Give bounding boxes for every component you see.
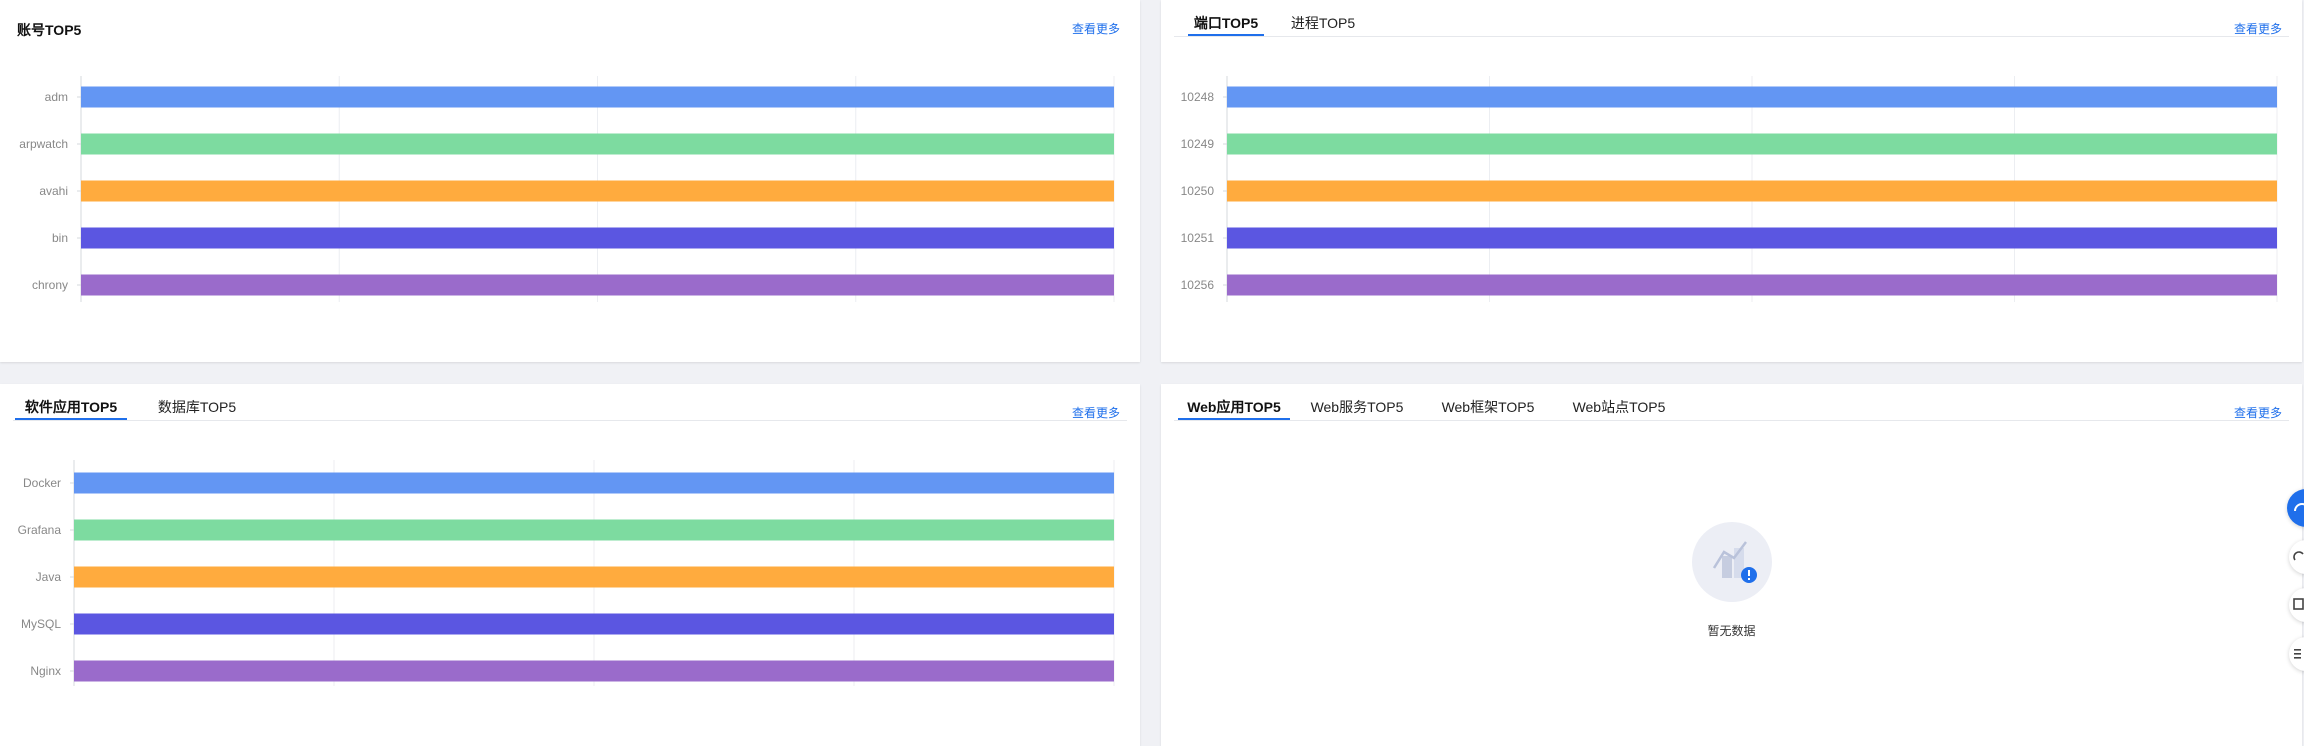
y-tick-label: 10250 [1181, 184, 1215, 198]
tab-web-site-top5[interactable]: Web站点TOP5 [1571, 397, 1667, 418]
web-view-more-link[interactable]: 查看更多 [2234, 404, 2282, 421]
tab-web-framework-top5[interactable]: Web框架TOP5 [1440, 397, 1536, 418]
account-top5-panel: 账号TOP5 查看更多 adm arpwatch avahi bin chrony [0, 0, 1140, 362]
y-tick-label: adm [45, 90, 68, 104]
bar-Docker[interactable] [74, 472, 1114, 494]
bar-chrony[interactable] [81, 274, 1114, 296]
bar-arpwatch[interactable] [81, 133, 1114, 155]
account-top5-chart: adm arpwatch avahi bin chrony [19, 76, 1115, 302]
bar-Grafana[interactable] [74, 519, 1114, 541]
empty-state: 暂无数据 [1161, 522, 2302, 639]
tab-web-app-top5[interactable]: Web应用TOP5 [1178, 397, 1290, 420]
tab-web-service-top5[interactable]: Web服务TOP5 [1309, 397, 1405, 418]
web-top5-panel: Web应用TOP5 Web服务TOP5 Web框架TOP5 Web站点TOP5 … [1161, 384, 2302, 746]
bar-MySQL[interactable] [74, 613, 1114, 635]
bar-10250[interactable] [1227, 180, 2277, 202]
empty-state-text: 暂无数据 [1707, 624, 1756, 638]
y-tick-label: Docker [23, 476, 61, 490]
bar-10248[interactable] [1227, 86, 2277, 108]
bar-Nginx[interactable] [74, 660, 1114, 682]
list-float-button[interactable] [2289, 637, 2304, 671]
y-tick-label: avahi [39, 184, 68, 198]
bar-10249[interactable] [1227, 133, 2277, 155]
y-tick-label: 10256 [1181, 278, 1215, 292]
software-top5-panel: 软件应用TOP5 数据库TOP5 查看更多 Docker Grafana Java M… [0, 384, 1140, 746]
y-tick-label: arpwatch [19, 137, 68, 151]
port-top5-panel: 端口TOP5 进程TOP5 查看更多 10248 10249 10250 10251 1… [1161, 0, 2302, 362]
y-tick-label: 10249 [1181, 137, 1215, 151]
y-tick-label: chrony [32, 278, 68, 292]
y-tick-label: Java [36, 570, 62, 584]
y-tick-label: bin [52, 231, 68, 245]
y-tick-label: Nginx [30, 664, 61, 678]
bar-10256[interactable] [1227, 274, 2277, 296]
software-top5-chart: Docker Grafana Java MySQL Nginx [18, 460, 1115, 686]
y-tick-label: MySQL [21, 617, 61, 631]
bar-avahi[interactable] [81, 180, 1114, 202]
bar-Java[interactable] [74, 566, 1114, 588]
support-float-button[interactable] [2287, 489, 2304, 527]
web-tabs: Web应用TOP5 Web服务TOP5 Web框架TOP5 Web站点TOP5 [1174, 384, 2289, 421]
port-top5-chart: 10248 10249 10250 10251 10256 [1181, 76, 2278, 302]
y-tick-label: Grafana [18, 523, 62, 537]
bar-bin[interactable] [81, 227, 1114, 249]
bar-adm[interactable] [81, 86, 1114, 108]
edit-float-button[interactable] [2289, 588, 2304, 622]
y-tick-label: 10248 [1181, 90, 1215, 104]
y-tick-label: 10251 [1181, 231, 1215, 245]
empty-chart-icon [1691, 522, 1772, 602]
bar-10251[interactable] [1227, 227, 2277, 249]
cloud-float-button[interactable] [2289, 540, 2304, 574]
